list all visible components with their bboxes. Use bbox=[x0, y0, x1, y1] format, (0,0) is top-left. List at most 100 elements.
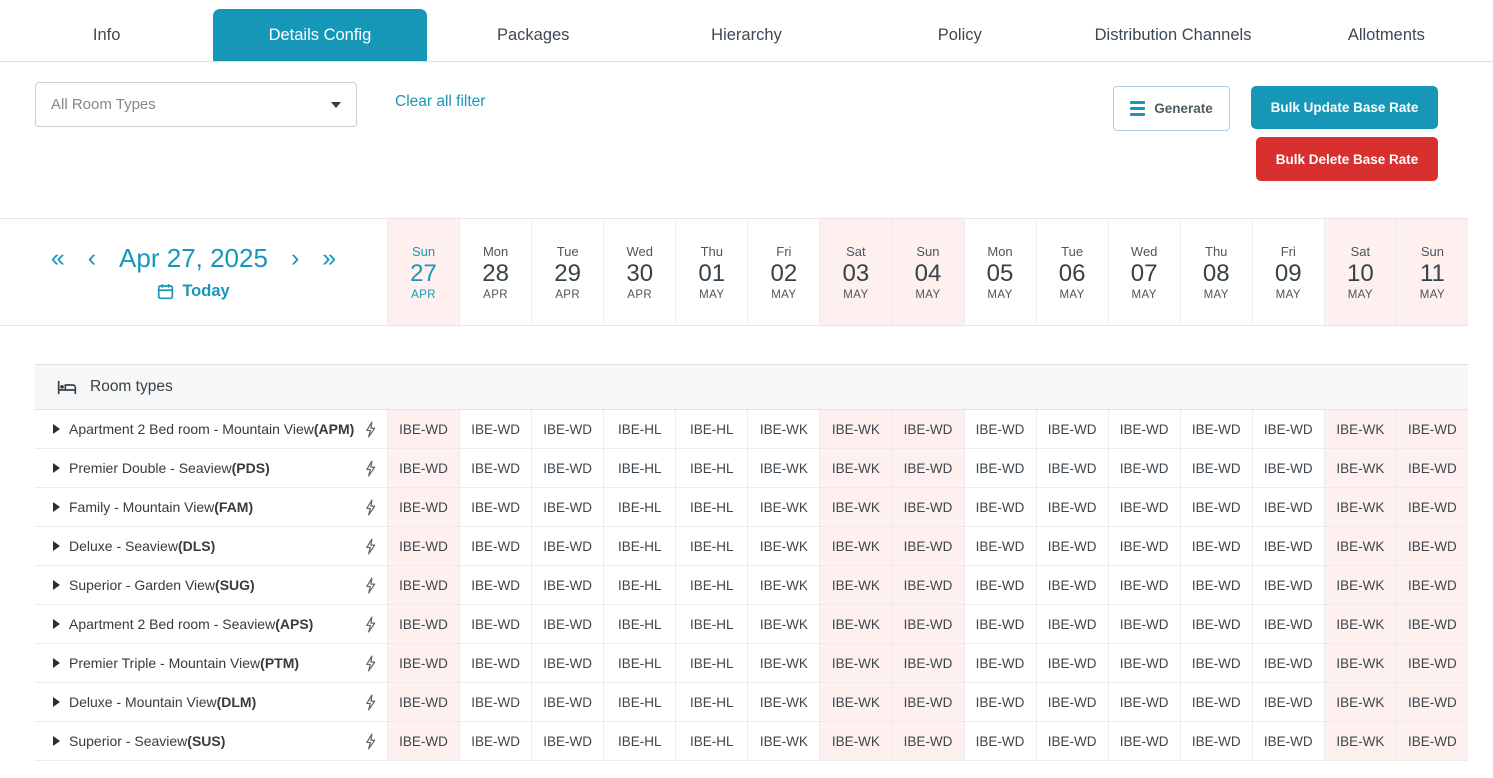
rate-cell[interactable]: IBE-WD bbox=[891, 488, 963, 526]
expand-arrow-icon[interactable] bbox=[53, 502, 60, 512]
rate-cell[interactable]: IBE-WD bbox=[531, 410, 603, 448]
lightning-icon[interactable] bbox=[364, 538, 377, 555]
rate-cell[interactable]: IBE-WK bbox=[1324, 605, 1396, 643]
rate-cell[interactable]: IBE-WD bbox=[1036, 527, 1108, 565]
rate-cell[interactable]: IBE-WK bbox=[819, 410, 891, 448]
prev-fast-button[interactable]: « bbox=[51, 246, 65, 271]
rate-cell[interactable]: IBE-HL bbox=[603, 605, 675, 643]
rate-cell[interactable]: IBE-WD bbox=[531, 527, 603, 565]
calendar-day-05-may[interactable]: Mon05MAY bbox=[964, 219, 1036, 325]
lightning-icon[interactable] bbox=[364, 733, 377, 750]
rate-cell[interactable]: IBE-WK bbox=[1324, 722, 1396, 760]
room-type-name-cell[interactable]: Apartment 2 Bed room - Mountain View(APM… bbox=[35, 410, 387, 448]
rate-cell[interactable]: IBE-WD bbox=[531, 449, 603, 487]
rate-cell[interactable]: IBE-WD bbox=[891, 566, 963, 604]
generate-button[interactable]: Generate bbox=[1113, 86, 1230, 131]
rate-cell[interactable]: IBE-WD bbox=[964, 605, 1036, 643]
calendar-day-09-may[interactable]: Fri09MAY bbox=[1252, 219, 1324, 325]
rate-cell[interactable]: IBE-HL bbox=[675, 449, 747, 487]
expand-arrow-icon[interactable] bbox=[53, 697, 60, 707]
rate-cell[interactable]: IBE-WD bbox=[964, 566, 1036, 604]
rate-cell[interactable]: IBE-WK bbox=[1324, 488, 1396, 526]
calendar-day-07-may[interactable]: Wed07MAY bbox=[1108, 219, 1180, 325]
rate-cell[interactable]: IBE-WK bbox=[819, 683, 891, 721]
rate-cell[interactable]: IBE-WD bbox=[1180, 644, 1252, 682]
rate-cell[interactable]: IBE-WD bbox=[1180, 566, 1252, 604]
tab-info[interactable]: Info bbox=[0, 9, 213, 61]
rate-cell[interactable]: IBE-WD bbox=[1252, 683, 1324, 721]
rate-cell[interactable]: IBE-WK bbox=[1324, 566, 1396, 604]
expand-arrow-icon[interactable] bbox=[53, 424, 60, 434]
next-fast-button[interactable]: » bbox=[322, 246, 336, 271]
rate-cell[interactable]: IBE-WD bbox=[891, 605, 963, 643]
rate-cell[interactable]: IBE-WD bbox=[1252, 566, 1324, 604]
room-type-name-cell[interactable]: Deluxe - Seaview(DLS) bbox=[35, 527, 387, 565]
rate-cell[interactable]: IBE-HL bbox=[675, 644, 747, 682]
rate-cell[interactable]: IBE-WD bbox=[1180, 527, 1252, 565]
rate-cell[interactable]: IBE-HL bbox=[675, 722, 747, 760]
rate-cell[interactable]: IBE-WD bbox=[531, 722, 603, 760]
rate-cell[interactable]: IBE-WD bbox=[1036, 566, 1108, 604]
rate-cell[interactable]: IBE-WD bbox=[387, 488, 459, 526]
calendar-day-27-apr[interactable]: Sun27APR bbox=[387, 219, 459, 325]
rate-cell[interactable]: IBE-WK bbox=[1324, 644, 1396, 682]
today-button[interactable]: Today bbox=[157, 282, 229, 301]
rate-cell[interactable]: IBE-WK bbox=[819, 722, 891, 760]
rate-cell[interactable]: IBE-WD bbox=[1108, 566, 1180, 604]
tab-details-config[interactable]: Details Config bbox=[213, 9, 426, 61]
rate-cell[interactable]: IBE-WD bbox=[459, 449, 531, 487]
room-type-filter-select[interactable]: All Room Types bbox=[35, 82, 357, 127]
rate-cell[interactable]: IBE-WD bbox=[1036, 488, 1108, 526]
calendar-day-28-apr[interactable]: Mon28APR bbox=[459, 219, 531, 325]
rate-cell[interactable]: IBE-WK bbox=[747, 683, 819, 721]
calendar-day-30-apr[interactable]: Wed30APR bbox=[603, 219, 675, 325]
rate-cell[interactable]: IBE-WK bbox=[819, 644, 891, 682]
expand-arrow-icon[interactable] bbox=[53, 736, 60, 746]
rate-cell[interactable]: IBE-HL bbox=[603, 722, 675, 760]
lightning-icon[interactable] bbox=[364, 577, 377, 594]
rate-cell[interactable]: IBE-HL bbox=[675, 605, 747, 643]
expand-arrow-icon[interactable] bbox=[53, 580, 60, 590]
rate-cell[interactable]: IBE-WK bbox=[819, 488, 891, 526]
clear-all-filter-link[interactable]: Clear all filter bbox=[395, 93, 485, 111]
rate-cell[interactable]: IBE-WD bbox=[1108, 683, 1180, 721]
rate-cell[interactable]: IBE-WD bbox=[1036, 644, 1108, 682]
next-button[interactable]: › bbox=[291, 246, 299, 271]
rate-cell[interactable]: IBE-WD bbox=[1108, 605, 1180, 643]
room-type-name-cell[interactable]: Premier Triple - Mountain View(PTM) bbox=[35, 644, 387, 682]
rate-cell[interactable]: IBE-WK bbox=[747, 488, 819, 526]
rate-cell[interactable]: IBE-WD bbox=[1180, 488, 1252, 526]
rate-cell[interactable]: IBE-WD bbox=[891, 410, 963, 448]
rate-cell[interactable]: IBE-WD bbox=[459, 722, 531, 760]
rate-cell[interactable]: IBE-WD bbox=[1252, 605, 1324, 643]
calendar-day-11-may[interactable]: Sun11MAY bbox=[1396, 219, 1468, 325]
rate-cell[interactable]: IBE-WD bbox=[1396, 527, 1468, 565]
rate-cell[interactable]: IBE-WD bbox=[1252, 527, 1324, 565]
rate-cell[interactable]: IBE-WD bbox=[387, 527, 459, 565]
rate-cell[interactable]: IBE-WD bbox=[1036, 410, 1108, 448]
rate-cell[interactable]: IBE-WD bbox=[459, 683, 531, 721]
rate-cell[interactable]: IBE-WD bbox=[964, 683, 1036, 721]
rate-cell[interactable]: IBE-WD bbox=[1108, 644, 1180, 682]
tab-packages[interactable]: Packages bbox=[427, 9, 640, 61]
rate-cell[interactable]: IBE-WD bbox=[1252, 488, 1324, 526]
rate-cell[interactable]: IBE-WK bbox=[747, 566, 819, 604]
rate-cell[interactable]: IBE-WK bbox=[819, 527, 891, 565]
rate-cell[interactable]: IBE-WD bbox=[1180, 683, 1252, 721]
room-type-name-cell[interactable]: Apartment 2 Bed room - Seaview(APS) bbox=[35, 605, 387, 643]
tab-hierarchy[interactable]: Hierarchy bbox=[640, 9, 853, 61]
rate-cell[interactable]: IBE-WK bbox=[1324, 410, 1396, 448]
bulk-update-base-rate-button[interactable]: Bulk Update Base Rate bbox=[1251, 86, 1438, 129]
calendar-day-06-may[interactable]: Tue06MAY bbox=[1036, 219, 1108, 325]
rate-cell[interactable]: IBE-WD bbox=[1108, 488, 1180, 526]
rate-cell[interactable]: IBE-HL bbox=[603, 644, 675, 682]
tab-policy[interactable]: Policy bbox=[853, 9, 1066, 61]
rate-cell[interactable]: IBE-WD bbox=[459, 605, 531, 643]
rate-cell[interactable]: IBE-HL bbox=[675, 527, 747, 565]
expand-arrow-icon[interactable] bbox=[53, 463, 60, 473]
rate-cell[interactable]: IBE-WK bbox=[819, 605, 891, 643]
rate-cell[interactable]: IBE-WK bbox=[819, 566, 891, 604]
rate-cell[interactable]: IBE-WD bbox=[387, 449, 459, 487]
rate-cell[interactable]: IBE-WD bbox=[387, 566, 459, 604]
rate-cell[interactable]: IBE-WK bbox=[1324, 449, 1396, 487]
